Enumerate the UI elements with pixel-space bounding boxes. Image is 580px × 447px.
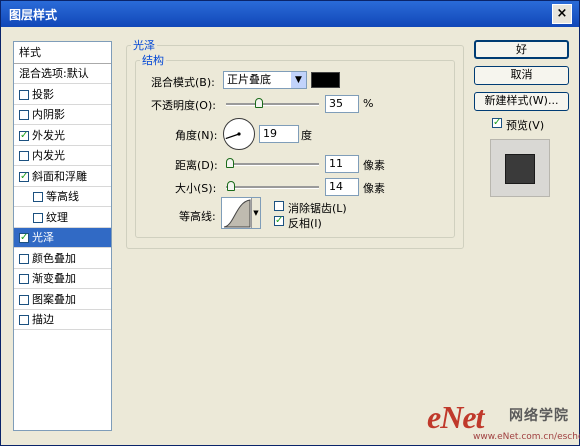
watermark-text: 网络学院 (509, 408, 569, 424)
style-item-checkbox[interactable] (19, 110, 29, 120)
style-item[interactable]: 混合选项:默认 (14, 64, 111, 84)
opacity-unit: % (363, 97, 374, 110)
style-item[interactable]: 纹理 (14, 208, 111, 228)
opacity-input[interactable]: 35 (325, 95, 359, 113)
size-unit: 像素 (363, 182, 385, 195)
style-item[interactable]: 颜色叠加 (14, 249, 111, 269)
contour-label: 等高线: (179, 210, 216, 223)
watermark-url: www.eNet.com.cn/eschool (473, 432, 580, 442)
blend-mode-value: 正片叠底 (227, 73, 271, 86)
watermark-logo: eNet (427, 399, 484, 435)
style-item[interactable]: 内阴影 (14, 105, 111, 125)
invert-label[interactable]: 反相(I) (288, 215, 322, 231)
style-item-label: 等高线 (46, 190, 79, 203)
distance-unit: 像素 (363, 159, 385, 172)
style-item-label: 内阴影 (32, 108, 65, 121)
cancel-button[interactable]: 取消 (474, 66, 569, 85)
style-item-checkbox[interactable] (33, 192, 43, 202)
style-item-label: 渐变叠加 (32, 272, 76, 285)
structure-group-title: 结构 (142, 54, 164, 67)
style-item-label: 光泽 (32, 231, 54, 244)
style-item-label: 纹理 (46, 210, 68, 224)
invert-checkbox[interactable]: ✓ (274, 216, 284, 226)
watermark: eNet 网络学院 www.eNet.com.cn/eschool (421, 399, 580, 447)
styles-header[interactable]: 样式 (14, 42, 111, 64)
style-item-checkbox[interactable] (19, 274, 29, 284)
opacity-slider-track[interactable] (226, 103, 319, 106)
size-input[interactable]: 14 (325, 178, 359, 196)
satin-group-title: 光泽 (133, 39, 155, 52)
window-title: 图层样式 (9, 8, 58, 22)
new-style-button[interactable]: 新建样式(W)... (474, 92, 569, 111)
size-label: 大小(S): (175, 182, 217, 195)
style-preview (490, 139, 550, 197)
style-item-checkbox[interactable] (19, 253, 29, 264)
style-item-label: 投影 (32, 87, 54, 101)
angle-input[interactable]: 19 (259, 125, 299, 143)
style-item[interactable]: ✓ 外发光 (14, 126, 111, 146)
style-item-label: 外发光 (32, 128, 65, 142)
angle-dial-icon[interactable] (222, 117, 256, 151)
style-item[interactable]: 渐变叠加 (14, 269, 111, 289)
blend-mode-select[interactable]: 正片叠底 ▼ (223, 71, 307, 89)
close-button[interactable]: × (552, 4, 572, 24)
ok-button[interactable]: 好 (474, 40, 569, 59)
style-item[interactable]: 内发光 (14, 146, 111, 166)
style-item-label: 混合选项:默认 (19, 67, 89, 80)
preview-swatch (505, 154, 535, 184)
chevron-down-icon[interactable]: ▼ (251, 198, 260, 228)
angle-unit: 度 (301, 129, 312, 142)
style-item-checkbox[interactable] (19, 294, 29, 305)
style-item-checkbox[interactable] (19, 151, 29, 161)
style-item[interactable]: ✓ 斜面和浮雕 (14, 167, 111, 187)
layer-style-dialog: 图层样式 × 样式 混合选项:默认 投影 内阴影 ✓ 外发光 内发光 ✓ 斜面和浮雕 等高线 纹理… (0, 0, 580, 446)
chevron-down-icon[interactable]: ▼ (291, 72, 306, 88)
preview-label[interactable]: 预览(V) (506, 117, 544, 133)
antialias-checkbox[interactable] (274, 201, 284, 211)
opacity-slider-thumb[interactable] (254, 98, 263, 108)
style-item-label: 斜面和浮雕 (32, 169, 87, 183)
blend-color-swatch[interactable] (311, 72, 340, 88)
style-item-label: 内发光 (32, 149, 65, 162)
style-item-checkbox[interactable] (33, 212, 43, 223)
styles-list: 样式 混合选项:默认 投影 内阴影 ✓ 外发光 内发光 ✓ 斜面和浮雕 等高线 纹理 ✓ 光泽 颜色叠加… (13, 41, 112, 431)
angle-label: 角度(N): (175, 129, 218, 142)
style-item-checkbox[interactable]: ✓ (19, 171, 29, 182)
size-slider-track[interactable] (226, 186, 319, 189)
style-item-label: 图案叠加 (32, 292, 76, 306)
blend-mode-label: 混合模式(B): (151, 76, 215, 89)
opacity-label: 不透明度(O): (151, 99, 216, 112)
style-item[interactable]: 图案叠加 (14, 290, 111, 310)
contour-curve-icon (223, 199, 251, 228)
contour-picker[interactable]: ▼ (221, 197, 261, 229)
title-bar: 图层样式 × (1, 1, 579, 27)
style-item[interactable]: 投影 (14, 85, 111, 105)
distance-slider-track[interactable] (226, 163, 319, 166)
distance-input[interactable]: 11 (325, 155, 359, 173)
style-item-checkbox[interactable] (19, 89, 29, 100)
style-item-label: 颜色叠加 (32, 251, 76, 265)
style-item[interactable]: 等高线 (14, 187, 111, 207)
style-item-label: 描边 (32, 313, 54, 326)
preview-checkbox[interactable]: ✓ (492, 118, 502, 128)
style-item-checkbox[interactable]: ✓ (19, 233, 29, 243)
antialias-label[interactable]: 消除锯齿(L) (288, 200, 347, 216)
distance-slider-thumb[interactable] (226, 158, 235, 168)
size-slider-thumb[interactable] (227, 181, 236, 191)
style-item[interactable]: ✓ 光泽 (14, 228, 111, 248)
distance-label: 距离(D): (175, 159, 218, 172)
style-item-checkbox[interactable]: ✓ (19, 130, 29, 141)
style-item-checkbox[interactable] (19, 315, 29, 325)
styles-header-label: 样式 (19, 46, 41, 59)
style-item[interactable]: 描边 (14, 310, 111, 330)
